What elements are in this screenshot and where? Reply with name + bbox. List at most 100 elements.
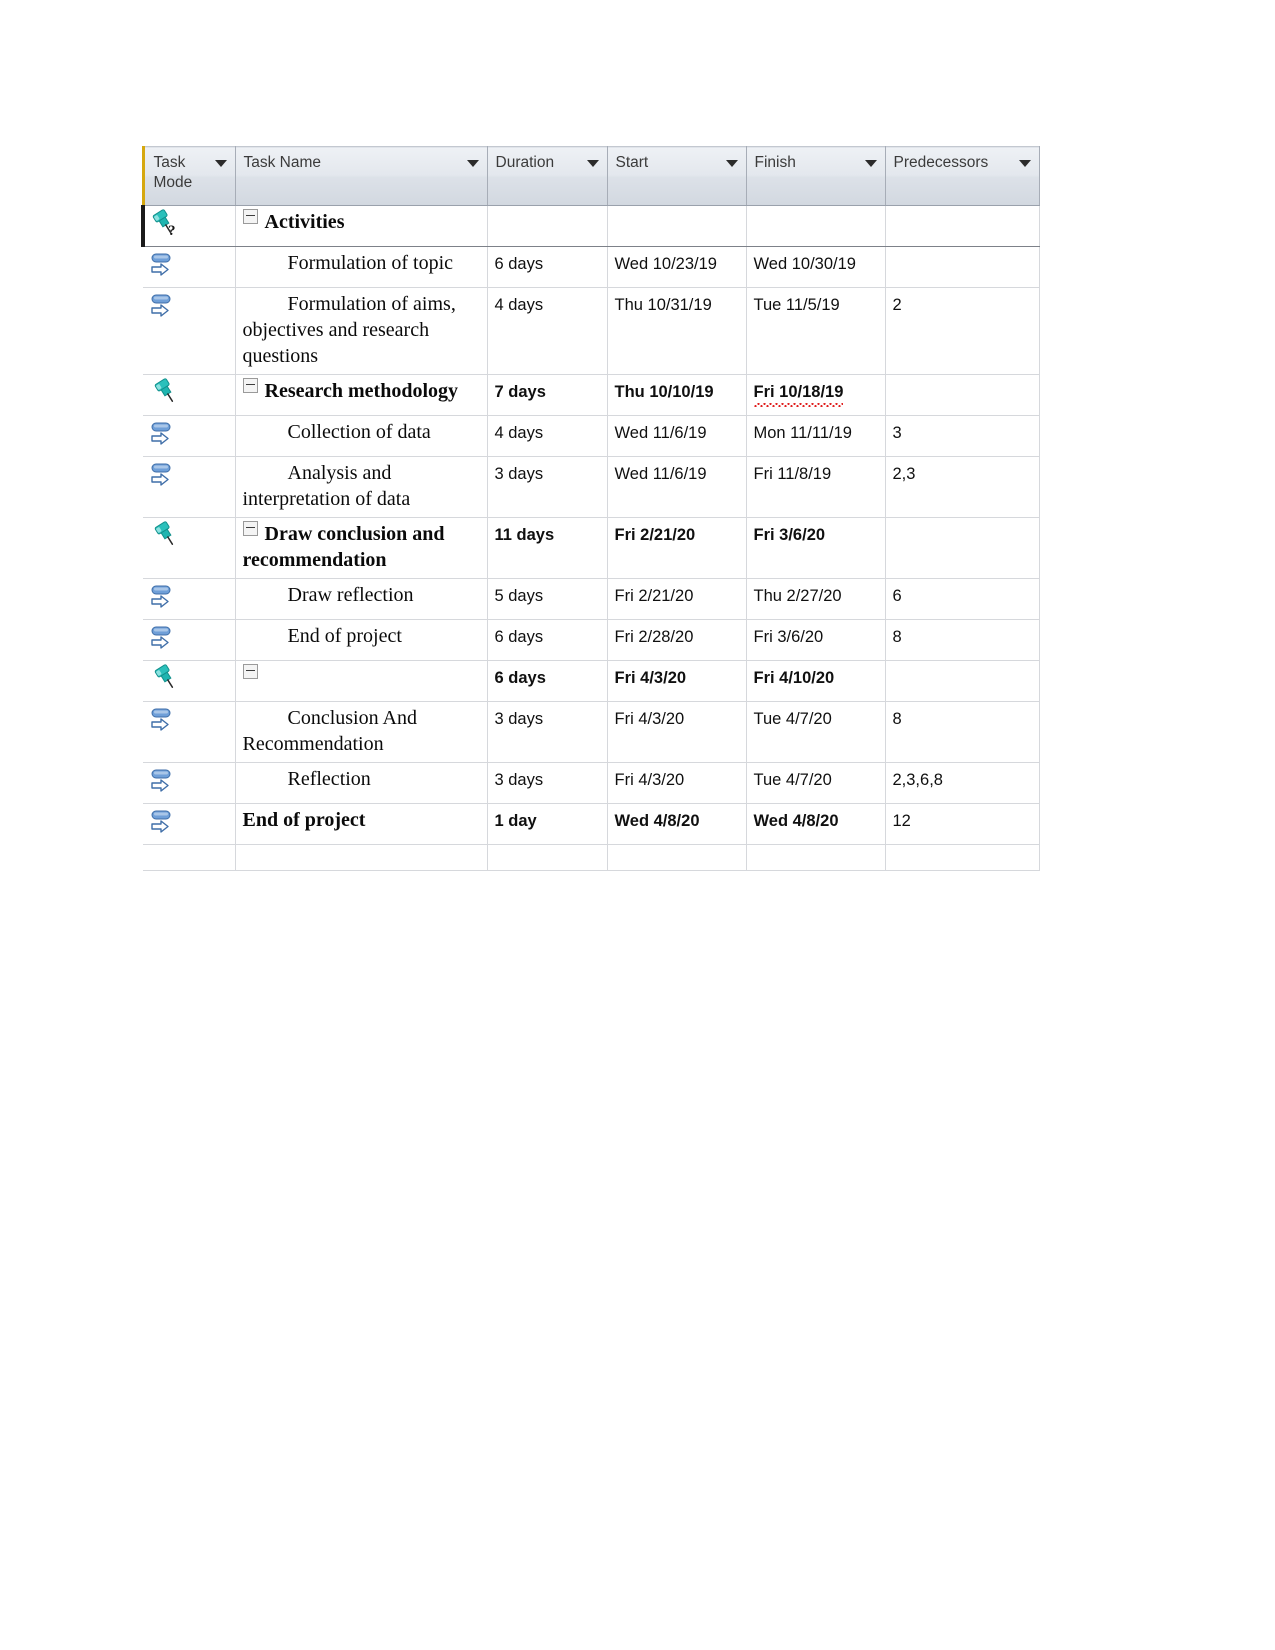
duration-cell[interactable] (487, 205, 608, 247)
table-row[interactable]: Research methodology 7 days Thu 10/10/19… (143, 374, 1040, 416)
start-cell[interactable]: Wed 11/6/19 (607, 415, 747, 457)
duration-cell[interactable]: 11 days (487, 517, 608, 579)
start-cell[interactable]: Wed 11/6/19 (607, 456, 747, 518)
duration-cell[interactable]: 6 days (487, 246, 608, 288)
column-header-finish[interactable]: Finish (746, 146, 886, 206)
table-row[interactable]: End of project 6 days Fri 2/28/20 Fri 3/… (143, 619, 1040, 661)
start-cell[interactable]: Fri 2/28/20 (607, 619, 747, 661)
column-header-task-name[interactable]: Task Name (235, 146, 488, 206)
start-cell[interactable] (607, 844, 747, 871)
table-row[interactable]: Analysis and interpretation of data 3 da… (143, 456, 1040, 518)
table-row[interactable]: Reflection 3 days Fri 4/3/20 Tue 4/7/20 … (143, 762, 1040, 804)
table-row[interactable]: Draw conclusion and recommendation 11 da… (143, 517, 1040, 579)
duration-cell[interactable]: 6 days (487, 619, 608, 661)
task-name-cell[interactable] (235, 660, 488, 702)
finish-cell[interactable] (746, 844, 886, 871)
predecessors-cell[interactable]: 6 (885, 578, 1040, 620)
table-row[interactable]: Collection of data 4 days Wed 11/6/19 Mo… (143, 415, 1040, 457)
finish-cell[interactable]: Fri 4/10/20 (746, 660, 886, 702)
predecessors-cell[interactable] (885, 374, 1040, 416)
duration-cell[interactable]: 4 days (487, 415, 608, 457)
filter-dropdown-icon[interactable] (864, 160, 877, 167)
task-name-cell[interactable] (235, 844, 488, 871)
task-mode-cell[interactable] (143, 415, 236, 457)
task-mode-cell[interactable] (143, 844, 236, 871)
predecessors-cell[interactable]: 8 (885, 701, 1040, 763)
collapse-minus-icon[interactable] (242, 664, 258, 679)
duration-cell[interactable]: 4 days (487, 287, 608, 375)
predecessors-cell[interactable] (885, 660, 1040, 702)
collapse-minus-icon[interactable] (242, 378, 258, 393)
filter-dropdown-icon[interactable] (466, 160, 479, 167)
finish-cell[interactable]: Fri 3/6/20 (746, 619, 886, 661)
table-row[interactable]: Formulation of aims, objectives and rese… (143, 287, 1040, 375)
duration-cell[interactable]: 3 days (487, 762, 608, 804)
duration-cell[interactable]: 3 days (487, 456, 608, 518)
finish-cell[interactable] (746, 205, 886, 247)
task-mode-cell[interactable] (143, 578, 236, 620)
finish-cell[interactable]: Wed 10/30/19 (746, 246, 886, 288)
predecessors-cell[interactable]: 3 (885, 415, 1040, 457)
task-name-cell[interactable]: Draw conclusion and recommendation (235, 517, 488, 579)
finish-cell[interactable]: Thu 2/27/20 (746, 578, 886, 620)
start-cell[interactable]: Wed 10/23/19 (607, 246, 747, 288)
task-name-cell[interactable]: Research methodology (235, 374, 488, 416)
predecessors-cell[interactable] (885, 844, 1040, 871)
task-mode-cell[interactable] (143, 619, 236, 661)
finish-cell[interactable]: Wed 4/8/20 (746, 803, 886, 845)
finish-cell[interactable]: Tue 4/7/20 (746, 701, 886, 763)
start-cell[interactable]: Fri 2/21/20 (607, 517, 747, 579)
column-header-task-mode[interactable]: Task Mode (141, 146, 236, 206)
predecessors-cell[interactable]: 8 (885, 619, 1040, 661)
task-mode-cell[interactable] (143, 803, 236, 845)
predecessors-cell[interactable] (885, 205, 1040, 247)
start-cell[interactable]: Thu 10/10/19 (607, 374, 747, 416)
table-row[interactable] (143, 844, 1040, 871)
filter-dropdown-icon[interactable] (1018, 160, 1031, 167)
start-cell[interactable]: Fri 4/3/20 (607, 762, 747, 804)
task-mode-cell[interactable] (143, 701, 236, 763)
predecessors-cell[interactable] (885, 517, 1040, 579)
predecessors-cell[interactable]: 2,3,6,8 (885, 762, 1040, 804)
filter-dropdown-icon[interactable] (586, 160, 599, 167)
finish-cell[interactable]: Tue 4/7/20 (746, 762, 886, 804)
task-name-cell[interactable]: Analysis and interpretation of data (235, 456, 488, 518)
task-mode-cell[interactable] (143, 456, 236, 518)
table-row[interactable]: Conclusion And Recommendation 3 days Fri… (143, 701, 1040, 763)
task-mode-cell[interactable] (143, 517, 236, 579)
task-name-cell[interactable]: Collection of data (235, 415, 488, 457)
collapse-minus-icon[interactable] (242, 209, 258, 224)
finish-cell[interactable]: Mon 11/11/19 (746, 415, 886, 457)
column-header-duration[interactable]: Duration (487, 146, 608, 206)
task-name-cell[interactable]: End of project (235, 619, 488, 661)
task-mode-cell[interactable] (143, 660, 236, 702)
start-cell[interactable]: Wed 4/8/20 (607, 803, 747, 845)
duration-cell[interactable]: 1 day (487, 803, 608, 845)
task-name-cell[interactable]: Draw reflection (235, 578, 488, 620)
predecessors-cell[interactable]: 2,3 (885, 456, 1040, 518)
start-cell[interactable]: Thu 10/31/19 (607, 287, 747, 375)
table-row[interactable]: Formulation of topic 6 days Wed 10/23/19… (143, 246, 1040, 288)
start-cell[interactable]: Fri 4/3/20 (607, 660, 747, 702)
duration-cell[interactable] (487, 844, 608, 871)
task-mode-cell[interactable]: ? (141, 205, 236, 247)
finish-cell[interactable]: Fri 10/18/19 (746, 374, 886, 416)
predecessors-cell[interactable]: 2 (885, 287, 1040, 375)
task-mode-cell[interactable] (143, 762, 236, 804)
column-header-start[interactable]: Start (607, 146, 747, 206)
filter-dropdown-icon[interactable] (214, 160, 227, 167)
table-row[interactable]: Draw reflection 5 days Fri 2/21/20 Thu 2… (143, 578, 1040, 620)
duration-cell[interactable]: 6 days (487, 660, 608, 702)
finish-cell[interactable]: Fri 11/8/19 (746, 456, 886, 518)
filter-dropdown-icon[interactable] (725, 160, 738, 167)
task-name-cell[interactable]: Activities (235, 205, 488, 247)
start-cell[interactable] (607, 205, 747, 247)
duration-cell[interactable]: 3 days (487, 701, 608, 763)
task-name-cell[interactable]: Formulation of aims, objectives and rese… (235, 287, 488, 375)
predecessors-cell[interactable] (885, 246, 1040, 288)
predecessors-cell[interactable]: 12 (885, 803, 1040, 845)
task-mode-cell[interactable] (143, 246, 236, 288)
collapse-minus-icon[interactable] (242, 521, 258, 536)
duration-cell[interactable]: 7 days (487, 374, 608, 416)
task-name-cell[interactable]: Reflection (235, 762, 488, 804)
